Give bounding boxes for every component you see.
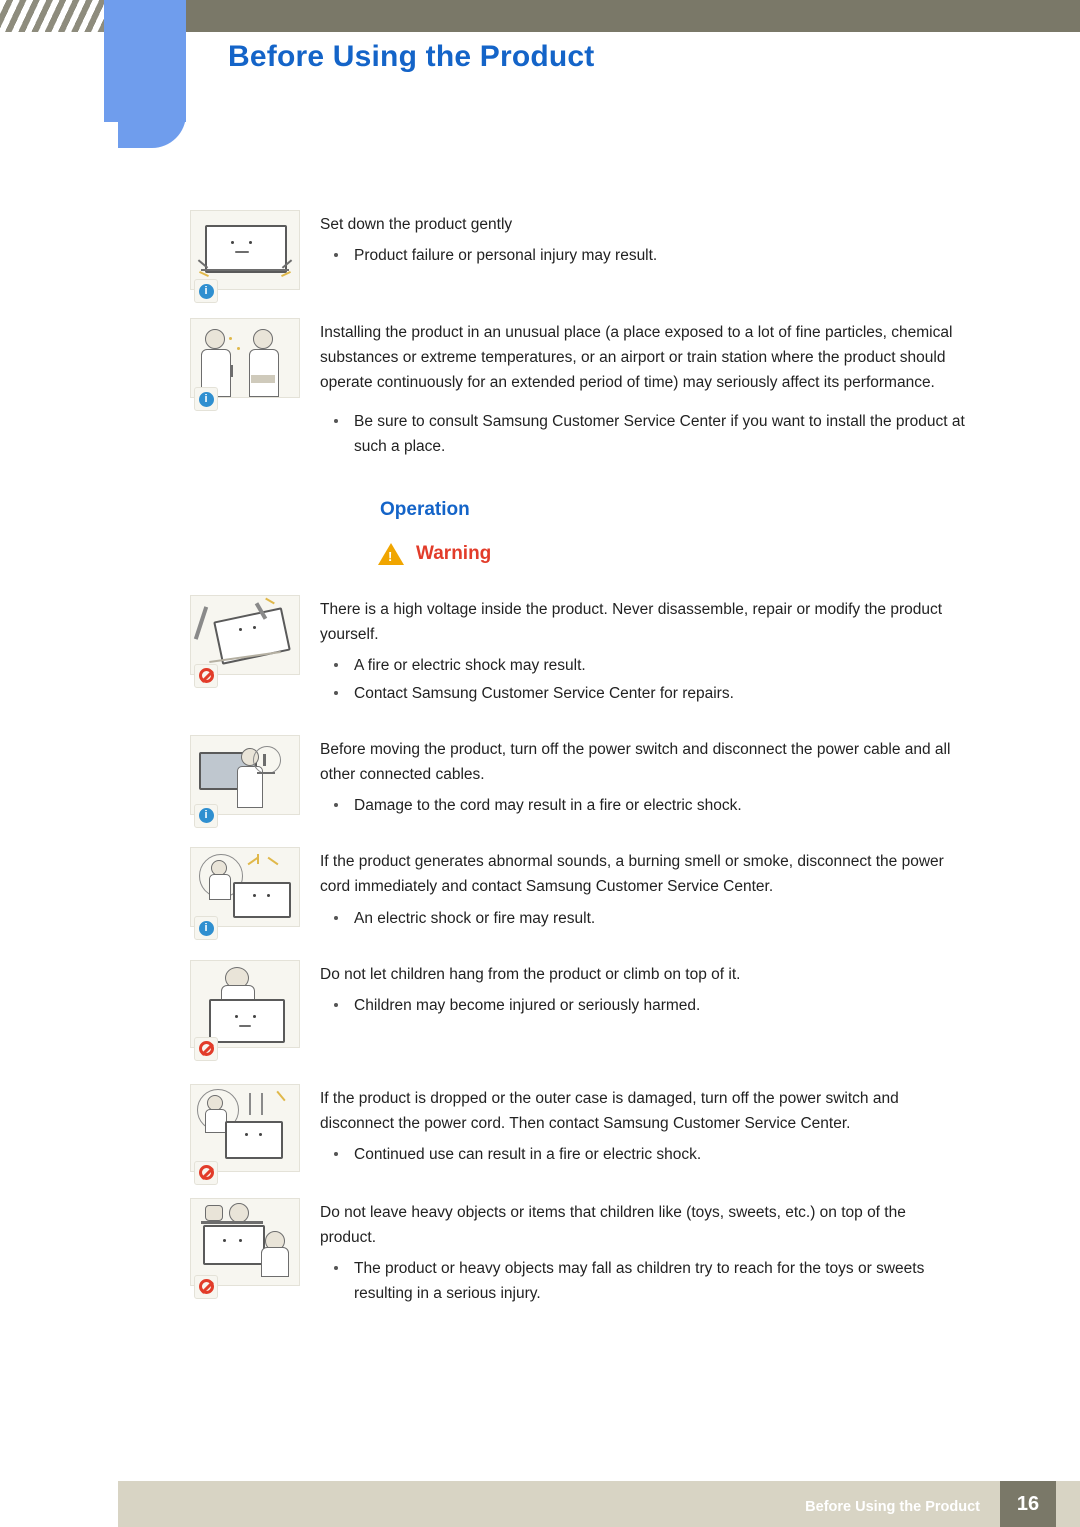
footer-bar: Before Using the Product 16: [118, 1481, 1080, 1527]
icon-column: i: [190, 847, 320, 941]
safety-item: Do not leave heavy objects or items that…: [0, 1197, 1080, 1309]
safety-item: i Installing the product in an unusual p…: [0, 318, 1080, 463]
bullet-list: Product failure or personal injury may r…: [320, 243, 965, 268]
bullet-item: The product or heavy objects may fall as…: [320, 1256, 965, 1306]
icon-column: i: [190, 318, 320, 411]
body-paragraph: There is a high voltage inside the produ…: [320, 600, 943, 643]
prohibited-badge: [194, 663, 218, 688]
bullet-item: Be sure to consult Samsung Customer Serv…: [320, 409, 965, 459]
text-column: Set down the product gently Product fail…: [320, 210, 1080, 271]
bullet-item: Contact Samsung Customer Service Center …: [320, 681, 965, 706]
icon-column: [190, 1083, 320, 1185]
page-number: 16: [1000, 1481, 1056, 1527]
info-icon: i: [198, 391, 214, 407]
body-paragraph: Do not let children hang from the produc…: [320, 965, 741, 983]
body-paragraph: Before moving the product, turn off the …: [320, 740, 951, 784]
bullet-list: A fire or electric shock may result. Con…: [320, 653, 965, 706]
prohibited-badge: [194, 1160, 218, 1185]
body-paragraph: Do not leave heavy objects or items that…: [320, 1203, 906, 1246]
text-column: Before moving the product, turn off the …: [320, 735, 1080, 821]
header-blue-tab-inner: [104, 0, 186, 122]
no-children-hanging-icon: [190, 959, 300, 1048]
safety-item: Do not let children hang from the produc…: [0, 959, 1080, 1061]
warning-label: Warning: [416, 542, 492, 564]
footer: Before Using the Product 16: [0, 1465, 1080, 1527]
body-paragraph: If the product is dropped or the outer c…: [320, 1089, 899, 1132]
prohibited-badge: [194, 1274, 218, 1299]
bullet-list: Damage to the cord may result in a fire …: [320, 793, 965, 818]
header-stripe-decoration: [0, 0, 118, 32]
prohibited-icon: [198, 1279, 214, 1295]
prohibited-icon: [198, 1041, 214, 1057]
text-column: There is a high voltage inside the produ…: [320, 595, 1080, 709]
bullet-item: Children may become injured or seriously…: [320, 993, 965, 1018]
do-not-disassemble-icon: [190, 594, 300, 675]
no-heavy-objects-on-top-icon: [190, 1197, 300, 1286]
prohibited-icon: [198, 1165, 214, 1181]
page-title: Before Using the Product: [228, 40, 595, 73]
icon-column: [190, 959, 320, 1061]
prohibited-icon: [198, 668, 214, 684]
bullet-list: The product or heavy objects may fall as…: [320, 1256, 965, 1306]
icon-column: [190, 1197, 320, 1299]
footer-title: Before Using the Product: [805, 1499, 980, 1515]
icon-column: i: [190, 210, 320, 303]
bullet-item: A fire or electric shock may result.: [320, 653, 965, 678]
text-column: Do not leave heavy objects or items that…: [320, 1198, 1080, 1309]
bullet-item: An electric shock or fire may result.: [320, 906, 965, 931]
warning-triangle-icon: [378, 542, 404, 565]
warning-callout: Warning: [378, 542, 1080, 565]
bullet-item: Product failure or personal injury may r…: [320, 243, 965, 268]
section-heading: Operation: [380, 498, 470, 520]
tv-set-down-gently-icon: [190, 210, 300, 290]
bullet-list: Continued use can result in a fire or el…: [320, 1142, 965, 1167]
text-column: If the product is dropped or the outer c…: [320, 1084, 1080, 1170]
icon-column: [190, 594, 320, 688]
info-icon: i: [198, 920, 214, 936]
info-icon: i: [198, 283, 214, 299]
info-badge: i: [194, 387, 218, 411]
bullet-list: Be sure to consult Samsung Customer Serv…: [320, 409, 965, 459]
body-paragraph: Installing the product in an unusual pla…: [320, 324, 953, 392]
text-column: If the product generates abnormal sounds…: [320, 847, 1080, 933]
unplug-before-moving-icon: [190, 734, 300, 815]
body-paragraph: If the product generates abnormal sounds…: [320, 853, 944, 896]
bullet-item: Damage to the cord may result in a fire …: [320, 793, 965, 818]
bullet-list: Children may become injured or seriously…: [320, 993, 965, 1018]
bullet-list: An electric shock or fire may result.: [320, 906, 965, 931]
safety-item: If the product is dropped or the outer c…: [0, 1083, 1080, 1185]
bullet-item: Continued use can result in a fire or el…: [320, 1142, 965, 1167]
text-column: Installing the product in an unusual pla…: [320, 318, 1080, 463]
safety-item: i Set down the product gently Product fa…: [0, 210, 1080, 303]
body-paragraph: Set down the product gently: [320, 216, 513, 233]
info-badge: i: [194, 279, 218, 303]
icon-column: i: [190, 734, 320, 828]
info-badge: i: [194, 803, 218, 828]
dropped-product-damage-icon: [190, 1083, 300, 1172]
info-badge: i: [194, 916, 218, 941]
unusual-place-installation-icon: [190, 318, 300, 398]
safety-item: There is a high voltage inside the produ…: [0, 594, 1080, 709]
prohibited-badge: [194, 1036, 218, 1061]
safety-item: i If the product generates abnormal soun…: [0, 847, 1080, 941]
abnormal-sounds-smoke-icon: [190, 847, 300, 928]
safety-item: i Before moving the product, turn off th…: [0, 734, 1080, 828]
document-content: i Set down the product gently Product fa…: [0, 210, 1080, 1317]
info-icon: i: [198, 808, 214, 824]
text-column: Do not let children hang from the produc…: [320, 960, 1080, 1021]
